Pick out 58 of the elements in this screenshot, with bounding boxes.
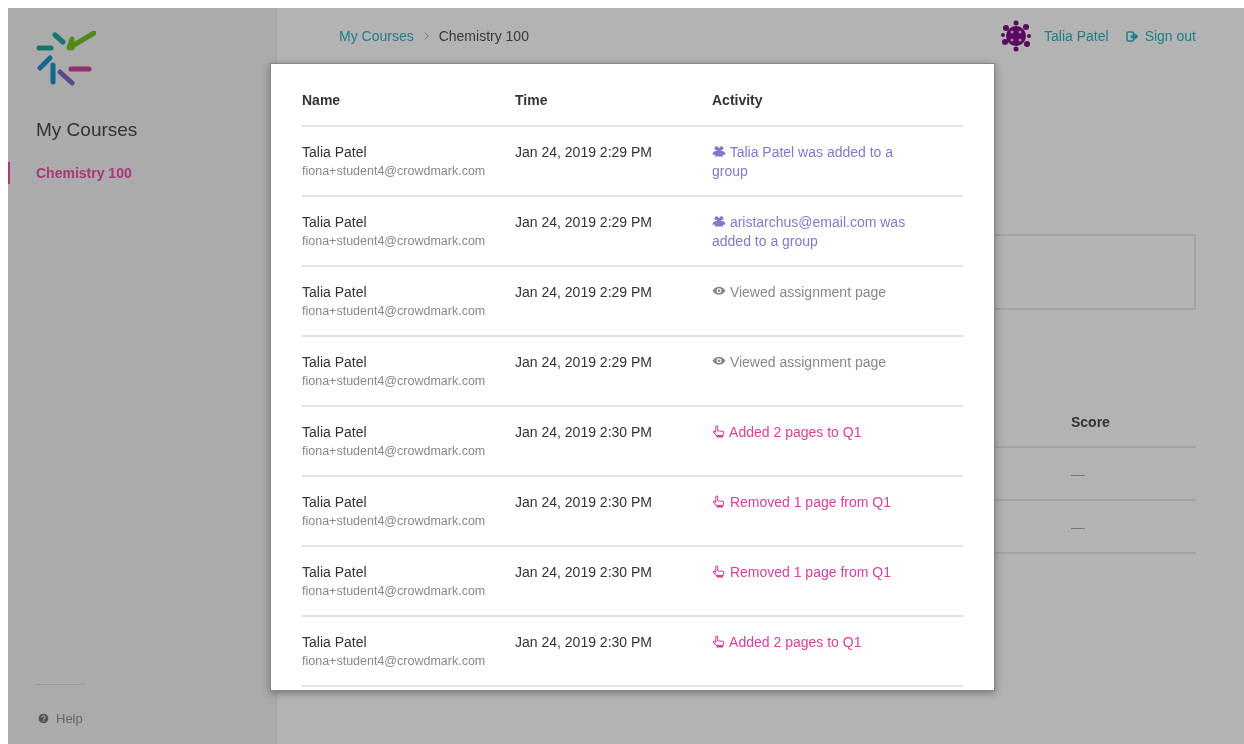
activity-text: Viewed assignment page <box>712 353 927 372</box>
table-cell-text: — <box>1071 518 1086 535</box>
student-name: Talia Patel <box>302 633 367 652</box>
student-email: fiona+student4@crowdmark.com <box>302 653 486 670</box>
student-email: fiona+student4@crowdmark.com <box>302 163 486 180</box>
student-name: Talia Patel <box>302 423 367 442</box>
student-email: fiona+student4@crowdmark.com <box>302 303 486 320</box>
hand-pointer-icon <box>712 565 726 578</box>
course-link[interactable]: Chemistry 100 <box>8 162 132 184</box>
column-header: Activity <box>712 92 763 108</box>
activity-text: aristarchus@email.com was added to a group <box>712 213 907 251</box>
user-link[interactable]: Talia Patel <box>1044 28 1109 44</box>
activity-text: Talia Patel was added to a group <box>712 143 895 181</box>
breadcrumb-link[interactable]: My Courses <box>339 28 414 44</box>
activity-text: Viewed assignment page <box>712 283 927 302</box>
timestamp: Jan 24, 2019 2:30 PM <box>515 493 652 512</box>
group-icon <box>712 145 726 158</box>
timestamp: Jan 24, 2019 2:29 PM <box>515 353 652 372</box>
student-email: fiona+student4@crowdmark.com <box>302 233 486 250</box>
hand-pointer-icon <box>712 425 726 438</box>
activity-text: Removed 1 page from Q1 <box>712 493 927 512</box>
timestamp: Jan 24, 2019 2:29 PM <box>515 283 652 302</box>
sign-out-icon <box>1125 30 1139 42</box>
student-name: Talia Patel <box>302 213 367 232</box>
table-cell-text: — <box>1071 465 1086 482</box>
hand-pointer-icon <box>712 635 726 648</box>
student-name: Talia Patel <box>302 353 367 372</box>
timestamp: Jan 24, 2019 2:30 PM <box>515 563 652 582</box>
column-header: Name <box>302 92 341 108</box>
student-email: fiona+student4@crowdmark.com <box>302 443 486 460</box>
column-header: Score <box>1071 414 1111 430</box>
column-header: Time <box>515 92 548 108</box>
activity-text: Added 2 pages to Q1 <box>712 633 927 652</box>
timestamp: Jan 24, 2019 2:29 PM <box>515 143 652 162</box>
student-name: Talia Patel <box>302 493 367 512</box>
student-name: Talia Patel <box>302 563 367 582</box>
student-email: fiona+student4@crowdmark.com <box>302 513 486 530</box>
group-icon <box>712 215 726 228</box>
hand-pointer-icon <box>712 495 726 508</box>
eye-icon <box>712 355 726 368</box>
logo-icon <box>36 31 96 87</box>
sign-out-link[interactable]: Sign out <box>1125 28 1196 44</box>
timestamp: Jan 24, 2019 2:30 PM <box>515 633 652 652</box>
student-email: fiona+student4@crowdmark.com <box>302 373 486 390</box>
student-email: fiona+student4@crowdmark.com <box>302 583 486 600</box>
help-link[interactable]: Help <box>38 711 83 726</box>
section-title: My Courses <box>36 119 139 141</box>
activity-text: Removed 1 page from Q1 <box>712 563 927 582</box>
timestamp: Jan 24, 2019 2:29 PM <box>515 213 652 232</box>
eye-icon <box>712 285 726 298</box>
help-icon <box>38 713 49 724</box>
student-name: Talia Patel <box>302 283 367 302</box>
student-name: Talia Patel <box>302 143 367 162</box>
breadcrumb-current: Chemistry 100 <box>438 28 529 44</box>
timestamp: Jan 24, 2019 2:30 PM <box>515 423 652 442</box>
chevron-icon <box>422 31 430 41</box>
activity-text: Added 2 pages to Q1 <box>712 423 927 442</box>
avatar-icon <box>1000 20 1033 52</box>
